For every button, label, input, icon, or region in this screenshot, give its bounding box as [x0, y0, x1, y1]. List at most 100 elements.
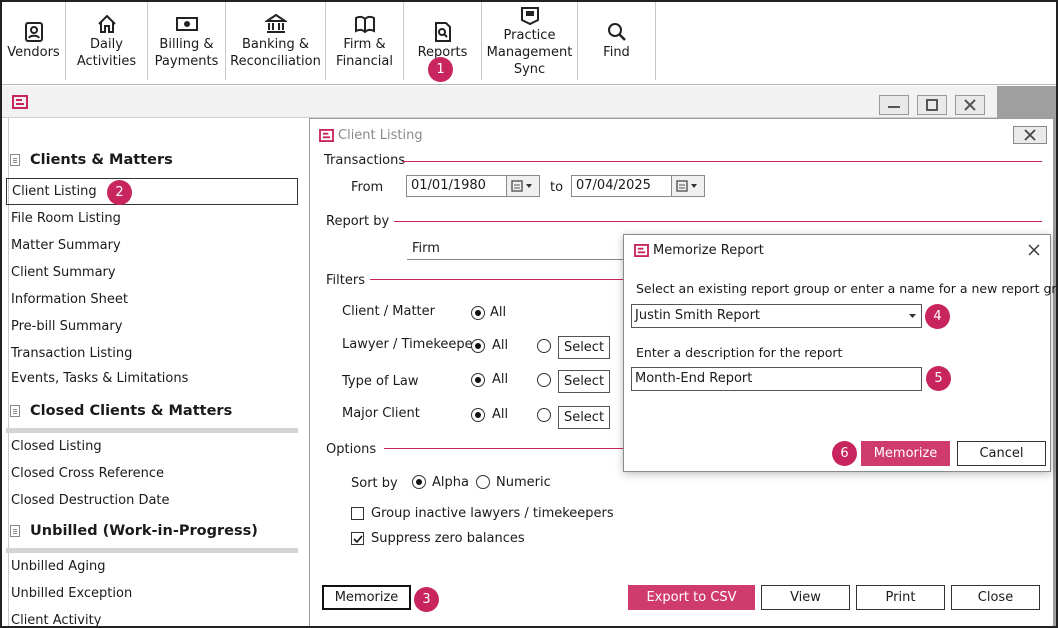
view-button[interactable]: View	[761, 585, 850, 610]
bank-icon	[264, 13, 287, 33]
report-item-transaction-listing[interactable]: Transaction Listing	[11, 346, 132, 361]
lawyer-select-button[interactable]: Select	[558, 336, 610, 359]
dialog-cancel-button[interactable]: Cancel	[957, 441, 1046, 466]
report-item-client-listing[interactable]: Client Listing	[6, 178, 298, 205]
toolbar-practice-management-label: Practice Management Sync	[486, 28, 573, 77]
dialog-title: Memorize Report	[653, 243, 764, 258]
report-by-heading: Report by	[326, 214, 390, 229]
toolbar-find-button[interactable]: Find	[578, 2, 656, 80]
report-item-closed-cross-reference[interactable]: Closed Cross Reference	[11, 466, 164, 481]
to-label: to	[550, 180, 564, 195]
main-toolbar: Vendors Daily Activities Billing & Payme…	[2, 2, 1056, 85]
chevron-down-icon	[909, 314, 916, 318]
memorize-button[interactable]: Memorize	[322, 585, 411, 610]
description-label: Enter a description for the report	[636, 345, 843, 360]
lawyer-select-radio[interactable]	[537, 339, 551, 353]
report-item-matter-summary[interactable]: Matter Summary	[11, 238, 121, 253]
to-date-input[interactable]: 07/04/2025	[571, 175, 672, 197]
from-date-picker-button[interactable]	[506, 175, 540, 197]
toolbar-firm-financial-button[interactable]: Firm & Financial	[326, 2, 404, 80]
section-title: Unbilled (Work-in-Progress)	[30, 523, 258, 539]
vendor-contact-icon	[24, 22, 43, 42]
client-listing-title: Client Listing	[338, 128, 423, 143]
client-listing-titlebar: Client Listing	[310, 124, 1050, 148]
search-icon	[607, 23, 626, 41]
export-csv-button[interactable]: Export to CSV	[628, 585, 755, 610]
toolbar-find-label: Find	[603, 45, 630, 60]
transactions-heading: Transactions	[324, 153, 406, 168]
dialog-close-button[interactable]	[1024, 241, 1044, 259]
report-item-client-activity[interactable]: Client Activity	[11, 613, 101, 628]
report-item-unbilled-exception[interactable]: Unbilled Exception	[11, 586, 132, 601]
group-inactive-checkbox[interactable]	[351, 507, 364, 520]
toolbar-vendors-button[interactable]: Vendors	[2, 2, 66, 80]
minimize-icon	[888, 106, 900, 108]
description-input[interactable]: Month-End Report	[631, 367, 922, 391]
to-date-picker-button[interactable]	[671, 175, 705, 197]
report-by-dropdown[interactable]: Firm	[407, 236, 623, 260]
toolbar-billing-payments-button[interactable]: Billing & Payments	[148, 2, 226, 80]
close-icon	[1024, 129, 1036, 141]
dialog-memorize-button[interactable]: Memorize	[861, 441, 950, 466]
major-client-select-button[interactable]: Select	[558, 406, 610, 429]
toolbar-practice-management-sync-button[interactable]: Practice Management Sync	[482, 2, 578, 80]
report-by-value: Firm	[412, 241, 440, 256]
section-divider	[6, 548, 298, 553]
all-radio-label: All	[490, 305, 507, 320]
type-of-law-all-radio[interactable]	[471, 373, 485, 387]
filter-label-type-of-law: Type of Law	[342, 374, 419, 389]
type-of-law-select-button[interactable]: Select	[558, 370, 610, 393]
close-icon	[964, 99, 976, 111]
report-item-closed-listing[interactable]: Closed Listing	[11, 439, 102, 454]
section-header-closed-clients: Closed Clients & Matters	[10, 403, 232, 419]
window-close-button[interactable]	[955, 95, 985, 115]
report-item-unbilled-aging[interactable]: Unbilled Aging	[11, 559, 105, 574]
major-client-select-radio[interactable]	[537, 408, 551, 422]
major-client-all-radio[interactable]	[471, 408, 485, 422]
restore-button[interactable]	[917, 95, 947, 115]
sort-numeric-label: Numeric	[496, 475, 551, 490]
report-item-prebill-summary[interactable]: Pre-bill Summary	[11, 319, 122, 334]
suppress-zero-checkbox[interactable]	[351, 532, 364, 545]
group-inactive-label: Group inactive lawyers / timekeepers	[371, 506, 614, 521]
report-item-events-tasks[interactable]: Events, Tasks & Limitations	[11, 371, 188, 386]
sort-numeric-radio[interactable]	[476, 475, 490, 489]
section-header-unbilled: Unbilled (Work-in-Progress)	[10, 523, 258, 539]
toolbar-daily-activities-button[interactable]: Daily Activities	[66, 2, 148, 80]
home-icon	[97, 14, 116, 33]
minimize-button[interactable]	[879, 95, 909, 115]
calendar-dropdown-icon	[676, 180, 697, 192]
sort-alpha-radio[interactable]	[412, 475, 426, 489]
from-label: From	[351, 180, 384, 195]
client-listing-close-button[interactable]	[1013, 126, 1047, 144]
report-item-client-summary[interactable]: Client Summary	[11, 265, 116, 280]
report-group-value: Justin Smith Report	[635, 308, 761, 323]
from-date-input[interactable]: 01/01/1980	[406, 175, 507, 197]
memorize-report-dialog: Memorize Report Select an existing repor…	[623, 234, 1058, 472]
all-radio-label: All	[492, 338, 509, 353]
app-logo-icon	[319, 129, 334, 142]
step-badge-4: 4	[925, 304, 950, 329]
type-of-law-select-radio[interactable]	[537, 373, 551, 387]
lawyer-all-radio[interactable]	[471, 339, 485, 353]
report-item-file-room-listing[interactable]: File Room Listing	[11, 211, 121, 226]
filter-label-major-client: Major Client	[342, 406, 420, 421]
step-badge-5: 5	[926, 366, 951, 391]
group-divider	[384, 448, 624, 449]
report-group-combobox[interactable]: Justin Smith Report	[631, 304, 922, 328]
calendar-dropdown-icon	[511, 180, 532, 192]
filter-label-lawyer-timekeeper: Lawyer / Timekeeper	[342, 337, 478, 352]
report-item-information-sheet[interactable]: Information Sheet	[11, 292, 128, 307]
group-divider	[402, 161, 1042, 162]
report-item-closed-destruction-date[interactable]: Closed Destruction Date	[11, 493, 170, 508]
main-window-titlebar	[2, 86, 997, 118]
toolbar-daily-activities-label: Daily Activities	[76, 36, 137, 69]
section-divider	[6, 428, 298, 433]
client-matter-all-radio[interactable]	[471, 306, 485, 320]
sync-book-icon	[520, 7, 539, 26]
step-badge-2: 2	[107, 180, 132, 205]
toolbar-banking-reconciliation-button[interactable]: Banking & Reconciliation	[226, 2, 326, 80]
description-value: Month-End Report	[635, 371, 753, 386]
print-button[interactable]: Print	[856, 585, 945, 610]
close-button[interactable]: Close	[951, 585, 1040, 610]
